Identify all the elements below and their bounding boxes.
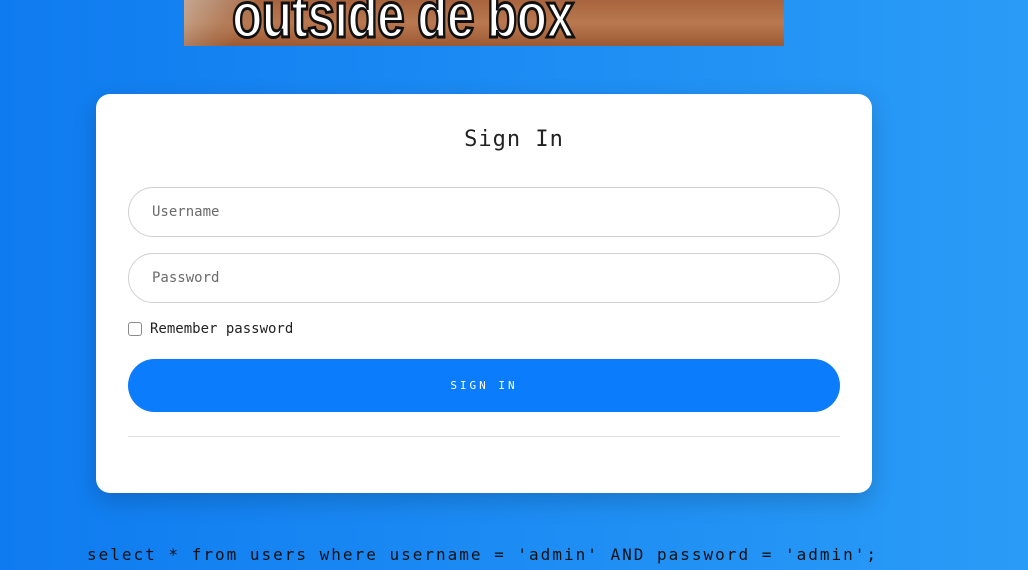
- meme-banner-image: outside de box: [184, 0, 784, 46]
- banner-caption: outside de box: [231, 0, 575, 46]
- sign-in-button[interactable]: SIGN IN: [128, 359, 840, 412]
- divider: [128, 436, 840, 437]
- remember-checkbox[interactable]: [128, 322, 142, 336]
- password-input[interactable]: [128, 253, 840, 303]
- remember-password-row[interactable]: Remember password: [128, 321, 293, 337]
- page-title: Sign In: [464, 127, 564, 152]
- username-input[interactable]: [128, 187, 840, 237]
- sql-query-text: select * from users where username = 'ad…: [87, 545, 879, 564]
- remember-label: Remember password: [150, 321, 294, 337]
